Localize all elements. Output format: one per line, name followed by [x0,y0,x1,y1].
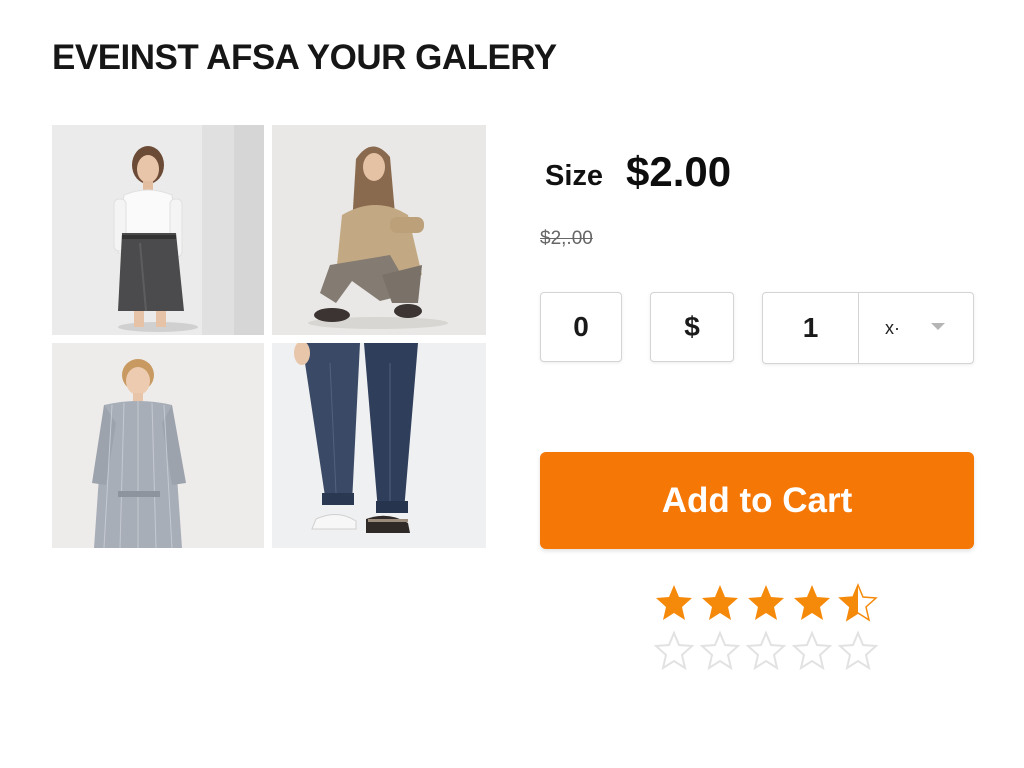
star-empty-icon[interactable] [654,630,694,670]
star-empty-icon[interactable] [792,630,832,670]
rating-stars-input [654,630,878,670]
star-filled-icon [748,585,784,620]
gallery-image-4[interactable] [272,343,486,548]
gallery-image-1[interactable] [52,125,264,335]
chevron-down-icon [931,323,945,330]
star-filled-icon [702,585,738,620]
original-price: $2,.00 [540,228,593,249]
star-half-icon [838,583,878,622]
size-label: Size [545,160,604,192]
star-empty-icon[interactable] [838,630,878,670]
option-box-zero[interactable]: 0 [540,292,622,362]
gallery-image-3[interactable] [52,343,264,548]
gallery-image-2[interactable] [272,125,486,335]
rating-stars [654,582,878,622]
page-title: EVEINST AFSA YOUR GALERY [52,38,557,77]
quantity-dropdown-label: x· [885,317,900,338]
option-box-currency[interactable]: $ [650,292,734,362]
star-empty-icon[interactable] [700,630,740,670]
quantity-control: 1 x· [762,292,974,364]
quantity-dropdown[interactable]: x· [859,293,973,363]
add-to-cart-button[interactable]: Add to Cart [540,452,974,549]
product-gallery [52,125,488,549]
star-filled-icon [656,585,692,620]
star-empty-icon[interactable] [746,630,786,670]
star-filled-icon [794,585,830,620]
current-price: $2.00 [626,148,732,195]
quantity-input[interactable]: 1 [763,293,859,363]
